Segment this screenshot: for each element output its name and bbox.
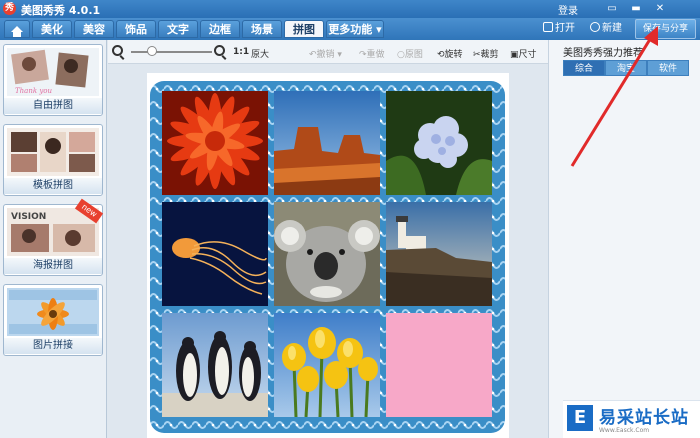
template-collage-thumbnail <box>7 128 99 176</box>
app-logo-icon: 秀 <box>3 2 16 15</box>
collage-cell-desert-canyon[interactable] <box>274 91 380 195</box>
close-icon[interactable]: ✕ <box>652 2 668 15</box>
reset-original-button[interactable]: ○原图 <box>397 47 423 60</box>
poster-thumb-text: VISION <box>11 212 46 222</box>
crop-button[interactable]: ✂裁剪 <box>473 47 499 60</box>
rotate-button[interactable]: ⟲旋转 <box>437 47 463 60</box>
collage-cell-jellyfish[interactable] <box>162 202 268 306</box>
watermark-logo-icon: E <box>567 405 593 431</box>
scissors-icon: ✂ <box>473 50 481 60</box>
undo-button[interactable]: ↶撤销 ▾ <box>309 47 342 60</box>
reset-label: 原图 <box>404 50 423 60</box>
tab-beautify[interactable]: 美化 <box>32 20 72 38</box>
redo-icon: ↷ <box>359 50 367 60</box>
collage-mode-panel: Thank you 自由拼图 模板拼图 VISION new 海报拼图 图片拼接 <box>0 40 107 438</box>
free-collage-label: 自由拼图 <box>4 98 102 114</box>
site-watermark: E 易采站长站 Www.Easck.Com <box>563 400 700 438</box>
zoom-out-icon[interactable] <box>112 45 123 56</box>
redo-label: 重做 <box>366 50 385 60</box>
title-bar: 秀 美图秀秀 4.0.1 登录 ▭ ▬ ✕ <box>0 0 700 18</box>
zoom-slider[interactable] <box>131 51 212 53</box>
tab-home[interactable] <box>4 20 30 38</box>
reset-icon: ○ <box>397 50 405 60</box>
tab-border[interactable]: 边框 <box>200 20 240 38</box>
tab-more-features[interactable]: 更多功能 ▾ <box>326 20 384 38</box>
minimize-icon[interactable]: ▬ <box>628 2 644 15</box>
tab-beauty[interactable]: 美容 <box>74 20 114 38</box>
size-button[interactable]: ▣尺寸 <box>510 47 537 60</box>
original-size-button[interactable]: 原大 <box>251 47 269 60</box>
template-collage-item[interactable]: 模板拼图 <box>3 124 103 196</box>
watermark-url: Www.Easck.Com <box>599 427 650 434</box>
free-collage-thumbnail: Thank you <box>7 48 99 96</box>
poster-collage-label: 海报拼图 <box>4 258 102 274</box>
annotation-arrow <box>570 26 658 167</box>
tab-collage[interactable]: 拼图 <box>284 20 324 38</box>
collage-cell-tulips[interactable] <box>274 313 380 417</box>
tab-decorations[interactable]: 饰品 <box>116 20 156 38</box>
app-title: 美图秀秀 4.0.1 <box>21 4 101 17</box>
collage-cell-pink-empty-slot[interactable] <box>386 313 492 417</box>
image-stitch-label: 图片拼接 <box>4 338 102 354</box>
redo-button[interactable]: ↷重做 <box>359 47 385 60</box>
watermark-text: 易采站长站 <box>599 408 689 428</box>
login-link[interactable]: 登录 <box>558 2 578 17</box>
home-icon <box>11 26 23 37</box>
rotate-label: 旋转 <box>444 50 463 60</box>
collage-cell-red-flower[interactable] <box>162 91 268 195</box>
undo-icon: ↶ <box>309 50 317 60</box>
template-collage-label: 模板拼图 <box>4 178 102 194</box>
free-thumb-caption: Thank you <box>15 87 52 95</box>
tab-scene[interactable]: 场景 <box>242 20 282 38</box>
collage-cell-penguins[interactable] <box>162 313 268 417</box>
collage-cell-lighthouse[interactable] <box>386 202 492 306</box>
folder-icon <box>543 22 553 32</box>
image-stitch-item[interactable]: 图片拼接 <box>3 284 103 356</box>
minimize-mini-icon[interactable]: ▭ <box>604 2 620 15</box>
collage-cell-hydrangea[interactable] <box>386 91 492 195</box>
free-collage-item[interactable]: Thank you 自由拼图 <box>3 44 103 116</box>
collage-cell-koala[interactable] <box>274 202 380 306</box>
image-stitch-thumbnail <box>7 288 99 336</box>
ratio-label[interactable]: 1:1 <box>233 47 249 57</box>
size-label: 尺寸 <box>518 50 537 60</box>
tab-text[interactable]: 文字 <box>158 20 198 38</box>
undo-label: 撤销 <box>316 50 335 60</box>
poster-collage-item[interactable]: VISION new 海报拼图 <box>3 198 104 276</box>
resize-icon: ▣ <box>510 50 519 60</box>
crop-label: 裁剪 <box>480 50 499 60</box>
zoom-in-icon[interactable] <box>214 45 225 56</box>
collage-grid <box>162 91 493 421</box>
zoom-slider-handle[interactable] <box>147 46 157 56</box>
rotate-icon: ⟲ <box>437 50 445 60</box>
